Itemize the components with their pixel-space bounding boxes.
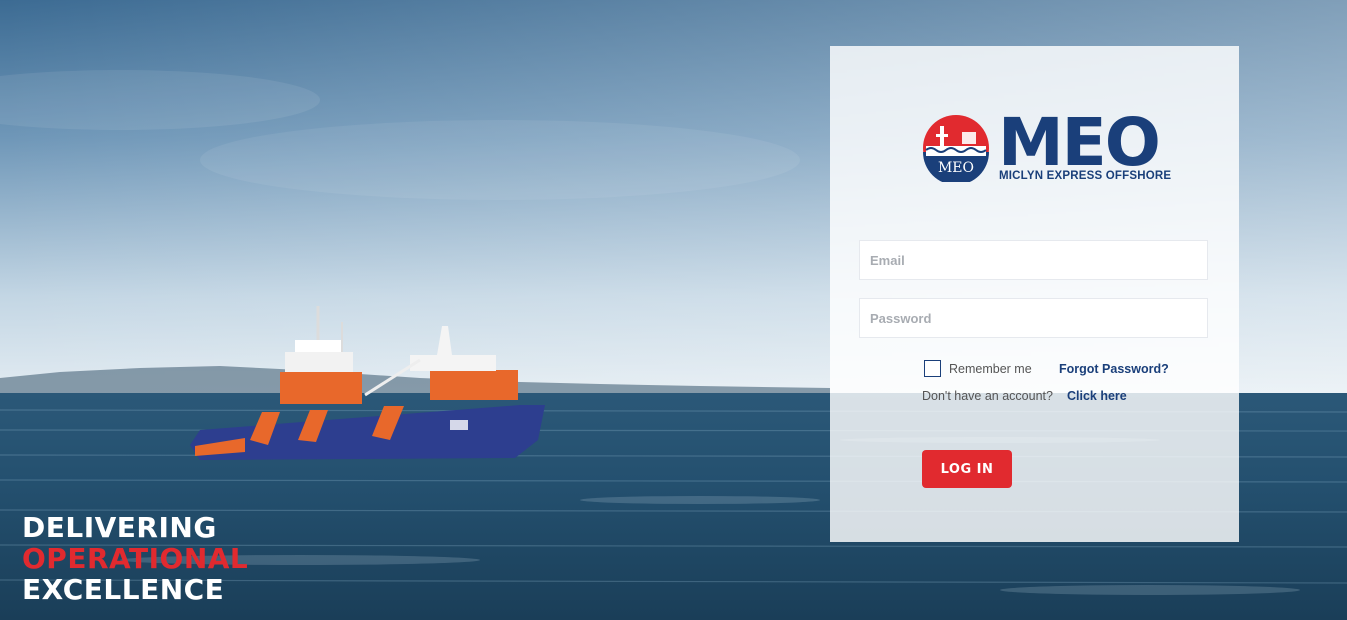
signup-click-here-link[interactable]: Click here: [1067, 389, 1127, 403]
remember-me-checkbox[interactable]: [924, 360, 941, 377]
tagline-line-3: EXCELLENCE: [22, 573, 225, 606]
email-input[interactable]: [859, 240, 1208, 280]
login-panel: MEO MEO MICLYN EXPRESS OFFSHORE Remember…: [830, 46, 1239, 542]
logo-subtitle: MICLYN EXPRESS OFFSHORE: [999, 170, 1172, 182]
login-button[interactable]: LOG IN: [922, 450, 1012, 488]
forgot-password-link[interactable]: Forgot Password?: [1059, 362, 1169, 376]
tagline-line-1: DELIVERING: [22, 511, 217, 544]
password-input[interactable]: [859, 298, 1208, 338]
company-logo: MEO MEO MICLYN EXPRESS OFFSHORE: [922, 106, 1171, 186]
no-account-text: Don't have an account?: [922, 389, 1053, 403]
tagline-line-2: OPERATIONAL: [22, 542, 249, 575]
tagline: DELIVERING OPERATIONAL EXCELLENCE: [22, 512, 248, 605]
remember-me-label[interactable]: Remember me: [949, 362, 1032, 376]
logo-badge-icon: MEO: [923, 115, 989, 182]
logo-badge-text: MEO: [938, 160, 974, 176]
logo-brand-text: MEO: [998, 104, 1161, 181]
